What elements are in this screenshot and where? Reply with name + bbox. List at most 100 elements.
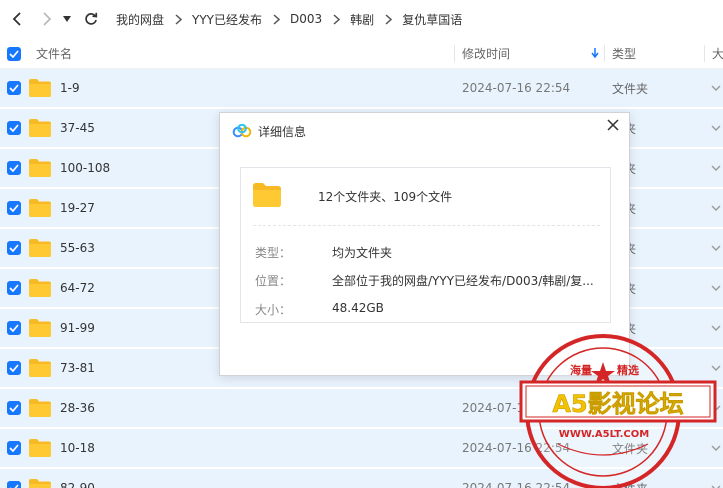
- checkmark-icon: [9, 204, 19, 212]
- breadcrumb-item-korean-drama[interactable]: 韩剧: [350, 11, 374, 28]
- file-name[interactable]: 10-18: [60, 429, 95, 467]
- folder-icon: [29, 239, 51, 257]
- watermark-url: WWW.A5LT.COM: [559, 429, 649, 440]
- forward-button[interactable]: [36, 8, 58, 30]
- chevron-down-icon[interactable]: [711, 242, 721, 254]
- column-divider[interactable]: [704, 45, 705, 62]
- file-name[interactable]: 91-99: [60, 309, 95, 347]
- row-checkbox[interactable]: [7, 321, 21, 335]
- breadcrumb-item-d003[interactable]: D003: [290, 12, 322, 26]
- row-checkbox[interactable]: [7, 481, 21, 488]
- breadcrumb: 我的网盘 YYY已经发布 D003 韩剧 复仇草国语: [116, 11, 462, 28]
- folder-icon: [29, 159, 51, 177]
- watermark-seal-icon: 海量 精选 A5影视论坛 WWW.A5LT.COM: [519, 334, 717, 488]
- chevron-right-icon: [380, 11, 396, 27]
- column-header-modified[interactable]: 修改时间: [462, 38, 602, 69]
- watermark-text-right: 精选: [617, 363, 639, 377]
- dialog-header: 详细信息: [220, 113, 631, 149]
- column-header-size[interactable]: 大: [712, 38, 723, 69]
- chevron-down-icon[interactable]: [711, 202, 721, 214]
- close-icon: [607, 119, 619, 131]
- row-checkbox[interactable]: [7, 201, 21, 215]
- back-button[interactable]: [6, 8, 28, 30]
- chevron-left-icon: [12, 12, 21, 26]
- column-divider[interactable]: [604, 45, 605, 62]
- row-checkbox[interactable]: [7, 441, 21, 455]
- size-label: 大小：: [255, 303, 292, 317]
- file-name[interactable]: 28-36: [60, 389, 95, 427]
- separator: [253, 225, 600, 226]
- chevron-down-icon[interactable]: [711, 282, 721, 294]
- chevron-right-icon: [268, 11, 284, 27]
- select-all-checkbox[interactable]: [7, 47, 21, 61]
- history-dropdown-button[interactable]: [60, 8, 74, 30]
- chevron-right-icon: [43, 12, 52, 26]
- dialog-title: 详细信息: [258, 124, 307, 139]
- folder-icon: [253, 183, 281, 207]
- file-list-header: 文件名 修改时间 类型 大: [0, 38, 723, 69]
- row-checkbox[interactable]: [7, 401, 21, 415]
- refresh-button[interactable]: [80, 8, 102, 30]
- chevron-down-icon[interactable]: [711, 122, 721, 134]
- folder-icon: [29, 279, 51, 297]
- checkmark-icon: [9, 404, 19, 412]
- watermark-stamp: 海量 精选 A5影视论坛 WWW.A5LT.COM: [518, 326, 723, 488]
- folder-icon: [29, 359, 51, 377]
- file-type: 文件夹: [612, 81, 649, 96]
- checkmark-icon: [9, 284, 19, 292]
- breadcrumb-item-published[interactable]: YYY已经发布: [192, 11, 262, 28]
- checkmark-icon: [10, 484, 19, 488]
- checkmark-icon: [9, 444, 19, 452]
- breadcrumb-item-current[interactable]: 复仇草国语: [402, 11, 462, 28]
- selection-summary: 12个文件夹、109个文件: [318, 190, 453, 204]
- file-name[interactable]: 64-72: [60, 269, 95, 307]
- checkmark-icon: [9, 364, 19, 372]
- chevron-right-icon: [328, 11, 344, 27]
- watermark-main-text: A5影视论坛: [552, 390, 683, 418]
- row-checkbox[interactable]: [7, 281, 21, 295]
- sort-down-arrow-icon: [591, 48, 599, 58]
- refresh-icon: [85, 12, 98, 25]
- column-header-type[interactable]: 类型: [612, 38, 636, 69]
- row-checkbox[interactable]: [7, 121, 21, 135]
- file-name[interactable]: 55-63: [60, 229, 95, 267]
- type-label: 类型：: [255, 246, 292, 260]
- checkmark-icon: [9, 324, 19, 332]
- column-header-name[interactable]: 文件名: [36, 38, 72, 69]
- row-checkbox[interactable]: [7, 241, 21, 255]
- row-checkbox[interactable]: [7, 81, 21, 95]
- row-checkbox[interactable]: [7, 361, 21, 375]
- folder-icon: [29, 439, 51, 457]
- file-name[interactable]: 73-81: [60, 349, 95, 387]
- details-panel: 12个文件夹、109个文件 类型： 均为文件夹 位置： 全部位于我的网盘/YYY…: [240, 167, 611, 323]
- location-label: 位置：: [255, 274, 292, 288]
- location-value[interactable]: 全部位于我的网盘/YYY已经发布/D003/韩剧/复...: [332, 272, 594, 289]
- chevron-down-icon[interactable]: [711, 162, 721, 174]
- size-value: 48.42GB: [332, 301, 384, 315]
- navigation-bar: 我的网盘 YYY已经发布 D003 韩剧 复仇草国语: [0, 0, 723, 38]
- folder-icon: [29, 319, 51, 337]
- close-button[interactable]: [605, 117, 621, 133]
- file-name[interactable]: 19-27: [60, 189, 95, 227]
- folder-icon: [29, 119, 51, 137]
- file-name[interactable]: 82-90: [60, 469, 95, 488]
- file-name[interactable]: 1-9: [60, 69, 80, 107]
- folder-icon: [29, 79, 51, 97]
- file-name[interactable]: 37-45: [60, 109, 95, 147]
- checkmark-icon: [9, 164, 19, 172]
- baidu-netdisk-logo-icon: [232, 124, 252, 138]
- row-checkbox[interactable]: [7, 161, 21, 175]
- file-name[interactable]: 100-108: [60, 149, 110, 187]
- folder-icon: [29, 399, 51, 417]
- folder-icon: [29, 479, 51, 488]
- folder-icon: [29, 199, 51, 217]
- column-divider[interactable]: [454, 45, 455, 62]
- breadcrumb-item-root[interactable]: 我的网盘: [116, 11, 164, 28]
- chevron-down-icon[interactable]: [711, 82, 721, 94]
- checkmark-icon: [9, 84, 19, 92]
- type-value: 均为文件夹: [332, 246, 393, 260]
- checkmark-icon: [9, 50, 19, 58]
- watermark-text-left: 海量: [570, 363, 592, 377]
- file-row-1[interactable]: 1-9 2024-07-16 22:54 文件夹: [0, 69, 723, 107]
- checkmark-icon: [9, 124, 19, 132]
